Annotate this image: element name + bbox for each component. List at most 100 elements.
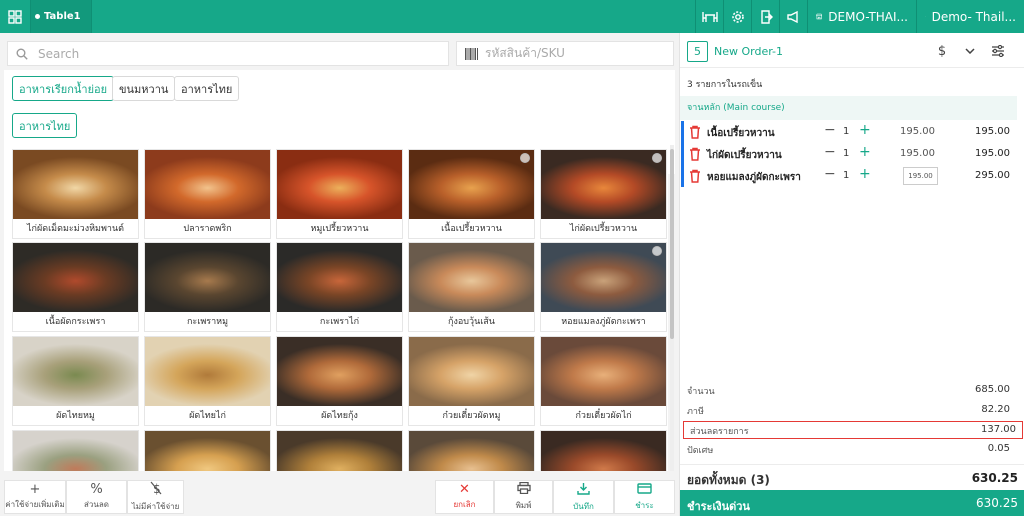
product-card[interactable]: เนื้อผัดกระเพรา	[12, 242, 139, 332]
line-item-name[interactable]: หอยแมลงภู่ผัดกะเพรา	[707, 170, 801, 185]
summary-value: 0.05	[987, 443, 1010, 454]
user-menu[interactable]: Demo- Thail...	[916, 0, 1024, 33]
category-chip-dessert[interactable]: ขนมหวาน	[112, 76, 176, 101]
megaphone-icon[interactable]	[779, 0, 807, 33]
product-name: หอยแมลงภู่ผัดกะเพรา	[561, 317, 646, 327]
product-card[interactable]: กะเพราหมู	[144, 242, 271, 332]
cancel-button[interactable]: ✕ ยกเลิก	[435, 480, 494, 514]
gear-icon[interactable]	[723, 0, 751, 33]
search-placeholder: Search	[38, 46, 80, 61]
no-dollar-icon: $	[150, 481, 162, 499]
product-card[interactable]	[12, 430, 139, 471]
product-card[interactable]: เนื้อเปรี้ยวหวาน	[408, 149, 535, 239]
trash-icon[interactable]	[688, 169, 702, 183]
product-grid: ไก่ผัดเม็ดมะม่วงหิมพานต์ ปลาราดพริก หมูเปร…	[4, 145, 668, 471]
table-tab[interactable]: Table1	[31, 0, 92, 33]
order-line[interactable]: เนื้อเปรี้ยวหวาน −1 +195.00 195.00	[680, 121, 1017, 143]
apps-grid-icon[interactable]	[0, 0, 31, 33]
increase-qty-button[interactable]: +	[859, 122, 871, 138]
product-card[interactable]	[276, 430, 403, 471]
product-card[interactable]: ไก่ผัดเปรี้ยวหวาน	[540, 149, 667, 239]
exit-icon[interactable]	[751, 0, 779, 33]
grand-total-value: 630.25	[971, 471, 1018, 485]
order-line[interactable]: หอยแมลงภู่ผัดกะเพรา −1 +295.00	[680, 165, 1017, 187]
no-charge-label: ไม่มีค่าใช้จ่าย	[131, 502, 180, 511]
save-button[interactable]: บันทึก	[553, 480, 614, 514]
subtotal-row: จำนวน 685.00	[680, 381, 1017, 399]
discount-label: ส่วนลด	[84, 500, 109, 509]
chevron-down-icon[interactable]	[960, 41, 980, 61]
no-charge-button[interactable]: $ ไม่มีค่าใช้จ่าย	[127, 480, 184, 514]
product-image	[409, 150, 534, 219]
store-selector[interactable]: DEMO-THAI...	[807, 0, 916, 33]
decrease-qty-button[interactable]: −	[824, 166, 836, 182]
trash-icon[interactable]	[688, 125, 702, 139]
product-card[interactable]: หมูเปรี้ยวหวาน	[276, 149, 403, 239]
item-discount-row[interactable]: ส่วนลดรายการ 137.00	[683, 421, 1023, 439]
product-card[interactable]: ผัดไทยหมู	[12, 336, 139, 426]
line-price[interactable]: 195.00	[900, 148, 935, 159]
line-total: 195.00	[975, 126, 1010, 137]
category-chip-thai-food[interactable]: อาหารไทย	[174, 76, 240, 101]
product-card[interactable]: ปลาราดพริก	[144, 149, 271, 239]
line-marker	[681, 121, 684, 143]
product-card[interactable]	[540, 430, 667, 471]
product-image	[13, 431, 138, 471]
product-card[interactable]: ผัดไทยกุ้ง	[276, 336, 403, 426]
price-edit-input[interactable]: 195.00	[903, 167, 938, 185]
decrease-qty-button[interactable]: −	[824, 144, 836, 160]
product-card[interactable]: ผัดไทยไก่	[144, 336, 271, 426]
product-card[interactable]: ก๋วยเตี๋ยวผัดไก่	[540, 336, 667, 426]
line-marker	[681, 143, 684, 165]
product-scrollbar[interactable]	[670, 145, 674, 471]
table-tab-label: Table1	[44, 11, 81, 22]
order-name[interactable]: New Order-1	[714, 45, 783, 58]
line-item-name[interactable]: ไก่ผัดเปรี้ยวหวาน	[707, 148, 782, 163]
store-label: DEMO-THAI...	[828, 9, 908, 24]
line-item-name[interactable]: เนื้อเปรี้ยวหวาน	[707, 126, 775, 141]
discount-button[interactable]: % ส่วนลด	[66, 480, 127, 514]
line-qty: 1	[843, 148, 850, 159]
product-name: เนื้อเปรี้ยวหวาน	[441, 224, 502, 234]
category-chip-thai-food-2[interactable]: อาหารไทย	[12, 113, 78, 138]
increase-qty-button[interactable]: +	[859, 166, 871, 182]
summary-label: ปัดเศษ	[687, 446, 714, 456]
product-card[interactable]: ก๋วยเตี๋ยวผัดหมู	[408, 336, 535, 426]
sliders-icon[interactable]	[988, 41, 1008, 61]
table-layout-icon[interactable]	[695, 0, 723, 33]
product-image	[277, 243, 402, 312]
product-image	[145, 431, 270, 471]
product-name: ผัดไทยหมู	[56, 411, 95, 421]
print-button[interactable]: พิมพ์	[494, 480, 553, 514]
top-bar: Table1 DEMO-THAI... Demo- Thail...	[0, 0, 1024, 33]
increase-qty-button[interactable]: +	[859, 144, 871, 160]
trash-icon[interactable]	[688, 147, 702, 161]
product-image	[277, 431, 402, 471]
product-card[interactable]: ไก่ผัดเม็ดมะม่วงหิมพานต์	[12, 149, 139, 239]
dollar-icon[interactable]: $	[932, 41, 952, 61]
search-input[interactable]: Search	[7, 41, 449, 66]
quick-pay-value: 630.25	[976, 496, 1018, 510]
order-number[interactable]: 5	[687, 41, 708, 62]
grand-total-label: ยอดทั้งหมด (3)	[687, 473, 770, 487]
product-image	[13, 150, 138, 219]
product-card[interactable]	[408, 430, 535, 471]
product-name: เนื้อผัดกระเพรา	[45, 317, 106, 327]
sku-input[interactable]: รหัสสินค้า/SKU	[456, 41, 674, 66]
line-total: 295.00	[975, 170, 1010, 181]
category-chip-appetizer[interactable]: อาหารเรียกน้ำย่อย	[12, 76, 115, 101]
product-image	[145, 150, 270, 219]
order-line[interactable]: ไก่ผัดเปรี้ยวหวาน −1 +195.00 195.00	[680, 143, 1017, 165]
product-card[interactable]: กุ้งอบวุ้นเส้น	[408, 242, 535, 332]
product-card[interactable]	[144, 430, 271, 471]
line-price[interactable]: 195.00	[900, 126, 935, 137]
order-panel: 5 New Order-1 $ 3 รายการในรถเข็น จานหลัก…	[679, 33, 1024, 516]
decrease-qty-button[interactable]: −	[824, 122, 836, 138]
pay-button[interactable]: ชำระ	[614, 480, 675, 514]
extra-charge-button[interactable]: + ค่าใช้จ่ายเพิ่มเติม	[4, 480, 66, 514]
quick-pay-button[interactable]: ชำระเงินด่วน 630.25	[680, 490, 1024, 516]
selected-check-icon	[520, 153, 530, 163]
user-icon	[925, 16, 926, 17]
product-card[interactable]: กะเพราไก่	[276, 242, 403, 332]
product-card[interactable]: หอยแมลงภู่ผัดกะเพรา	[540, 242, 667, 332]
